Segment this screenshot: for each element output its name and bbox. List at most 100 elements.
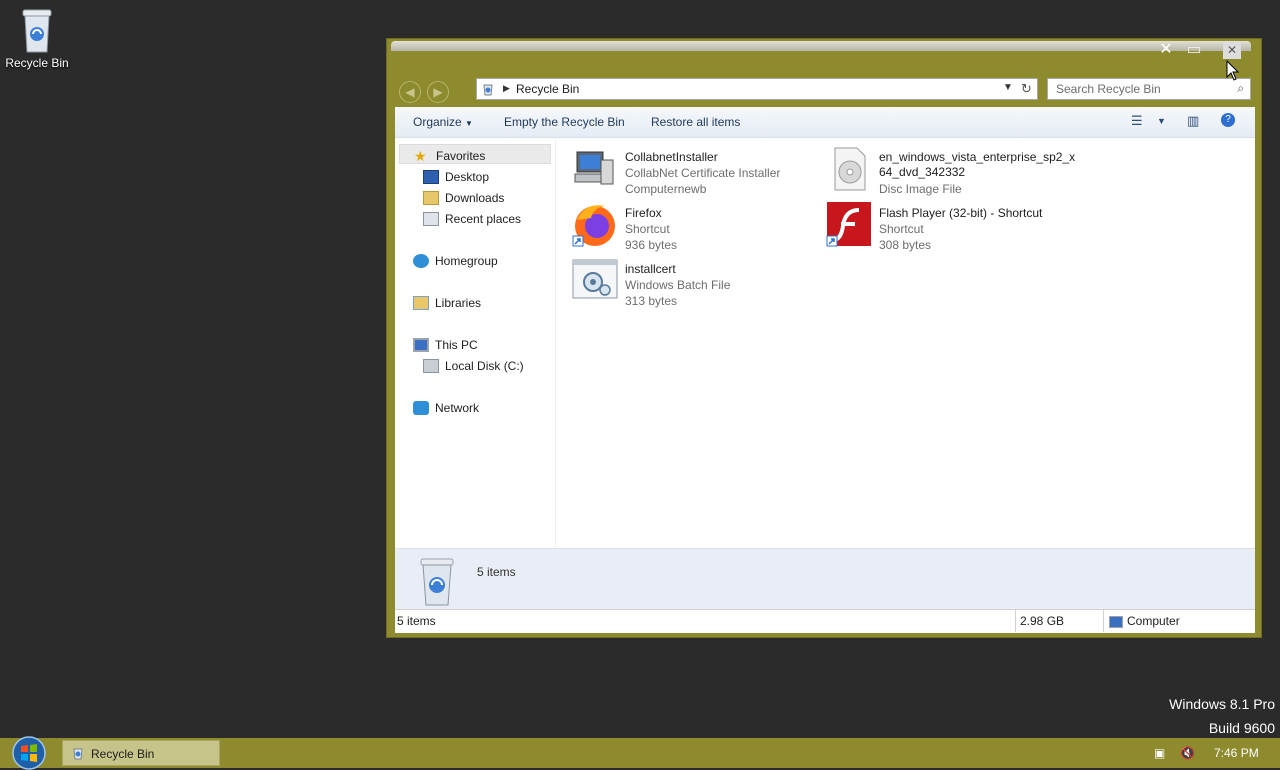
refresh-icon[interactable]: ↻ bbox=[1021, 81, 1032, 97]
address-bar[interactable]: ▶ Recycle Bin ▼ ↻ bbox=[476, 78, 1038, 100]
desktop-recycle-bin[interactable]: Recycle Bin bbox=[4, 6, 70, 70]
details-item-count: 5 items bbox=[477, 565, 516, 579]
nav-homegroup[interactable]: Homegroup bbox=[413, 250, 498, 270]
watermark-build: Build 9600 bbox=[1208, 720, 1275, 736]
file-company: Computernewb bbox=[625, 182, 707, 196]
taskbar-recycle-bin[interactable]: Recycle Bin bbox=[62, 740, 220, 766]
taskbar: Recycle Bin ▣ 🔇 7:46 PM bbox=[0, 736, 1280, 770]
nav-favorites[interactable]: ★ Favorites bbox=[399, 144, 551, 164]
maximize-button[interactable]: ▭ bbox=[1183, 41, 1205, 59]
network-tray-icon[interactable]: ▣ bbox=[1154, 746, 1165, 760]
file-type: Shortcut bbox=[879, 222, 924, 236]
nav-desktop[interactable]: Desktop bbox=[423, 166, 489, 186]
file-description: CollabNet Certificate Installer bbox=[625, 166, 781, 180]
nav-this-pc[interactable]: This PC bbox=[413, 334, 478, 354]
nav-local-disk-label: Local Disk (C:) bbox=[445, 358, 524, 373]
nav-local-disk[interactable]: Local Disk (C:) bbox=[423, 355, 524, 375]
recycle-bin-large-icon bbox=[420, 558, 454, 606]
file-item[interactable]: installcert Windows Batch File 313 bytes bbox=[571, 256, 821, 310]
taskbar-recycle-bin-label: Recycle Bin bbox=[91, 747, 155, 761]
organize-label: Organize bbox=[413, 115, 462, 129]
preview-pane-icon[interactable]: ▥ bbox=[1187, 113, 1199, 129]
computer-icon bbox=[413, 337, 429, 352]
explorer-window: ✕ ▭ ✕ ◀ ▶ ▶ Recycle Bin ▼ ↻ ⌕ Organize ▼… bbox=[386, 38, 1262, 638]
watermark-edition: Windows 8.1 Pro bbox=[1169, 696, 1275, 712]
file-type: Disc Image File bbox=[879, 182, 962, 196]
libraries-icon bbox=[413, 295, 429, 310]
file-name-line1: en_windows_vista_enterprise_sp2_x bbox=[879, 150, 1076, 164]
volume-muted-icon[interactable]: 🔇 bbox=[1180, 746, 1195, 760]
file-type: Windows Batch File bbox=[625, 278, 731, 292]
local-disk-icon bbox=[423, 358, 439, 373]
file-size: 308 bytes bbox=[879, 238, 932, 252]
nav-libraries-label: Libraries bbox=[435, 295, 482, 310]
file-item[interactable]: Firefox Shortcut 936 bytes bbox=[571, 200, 821, 254]
title-sheen bbox=[391, 41, 1251, 51]
address-dropdown-icon[interactable]: ▼ bbox=[1003, 82, 1013, 93]
file-name: Flash Player (32-bit) - Shortcut bbox=[879, 206, 1043, 220]
explorer-client: Organize ▼ Empty the Recycle Bin Restore… bbox=[395, 107, 1255, 633]
nav-downloads[interactable]: Downloads bbox=[423, 187, 504, 207]
back-button[interactable]: ◀ bbox=[399, 81, 421, 103]
organize-button[interactable]: Organize ▼ bbox=[413, 115, 473, 129]
mouse-cursor-icon bbox=[1226, 60, 1240, 81]
nav-libraries[interactable]: Libraries bbox=[413, 292, 481, 312]
nav-homegroup-label: Homegroup bbox=[435, 253, 498, 268]
star-icon: ★ bbox=[414, 147, 427, 164]
navigation-pane: ★ Favorites Desktop Downloads Recent plac… bbox=[395, 138, 556, 548]
nav-downloads-label: Downloads bbox=[445, 190, 505, 205]
breadcrumb-arrow-icon[interactable]: ▶ bbox=[503, 83, 510, 94]
nav-favorites-label: Favorites bbox=[436, 148, 486, 163]
empty-recycle-bin-button[interactable]: Empty the Recycle Bin bbox=[504, 115, 625, 129]
file-name: en_windows_vista_enterprise_sp2_x 64_dvd_… bbox=[879, 150, 1075, 180]
nav-network-label: Network bbox=[435, 400, 480, 415]
clock[interactable]: 7:46 PM bbox=[1214, 746, 1259, 760]
status-divider bbox=[1103, 610, 1104, 632]
nav-recent-places-label: Recent places bbox=[445, 211, 522, 226]
file-list: CollabnetInstaller CollabNet Certificate… bbox=[565, 138, 1255, 548]
details-pane: 5 items bbox=[395, 548, 1255, 609]
minimize-button[interactable]: ✕ bbox=[1155, 41, 1177, 59]
file-name: Firefox bbox=[625, 206, 662, 220]
navigation-bar: ◀ ▶ ▶ Recycle Bin ▼ ↻ ⌕ bbox=[387, 75, 1261, 105]
downloads-folder-icon bbox=[423, 190, 439, 205]
organize-chevron-icon: ▼ bbox=[465, 119, 473, 128]
recent-places-icon bbox=[423, 211, 439, 226]
forward-button[interactable]: ▶ bbox=[427, 81, 449, 103]
nav-recent-places[interactable]: Recent places bbox=[423, 208, 521, 228]
file-size: 313 bytes bbox=[625, 294, 678, 308]
recycle-bin-icon bbox=[22, 9, 52, 53]
status-size: 2.98 GB bbox=[1020, 614, 1065, 628]
title-bar[interactable]: ✕ ▭ ✕ bbox=[387, 39, 1261, 73]
status-location: Computer bbox=[1109, 614, 1180, 628]
change-view-icon[interactable]: ☰ bbox=[1131, 113, 1143, 129]
desktop-folder-icon bbox=[423, 169, 439, 184]
breadcrumb-recycle-bin[interactable]: Recycle Bin bbox=[516, 82, 579, 96]
status-bar: 5 items 2.98 GB Computer bbox=[395, 609, 1255, 632]
file-name: CollabnetInstaller bbox=[625, 150, 718, 164]
file-item[interactable]: Flash Player (32-bit) - Shortcut Shortcu… bbox=[825, 200, 1115, 254]
file-item[interactable]: en_windows_vista_enterprise_sp2_x 64_dvd_… bbox=[825, 144, 1115, 198]
file-item[interactable]: CollabnetInstaller CollabNet Certificate… bbox=[571, 144, 821, 198]
recycle-bin-small-icon bbox=[73, 748, 83, 760]
file-size: 936 bytes bbox=[625, 238, 678, 252]
search-input[interactable] bbox=[1048, 79, 1234, 99]
status-item-count: 5 items bbox=[397, 614, 436, 628]
file-name: installcert bbox=[625, 262, 676, 276]
network-icon bbox=[413, 400, 429, 415]
close-button[interactable]: ✕ bbox=[1223, 41, 1241, 59]
batch-file-icon bbox=[572, 259, 618, 299]
restore-all-button[interactable]: Restore all items bbox=[651, 115, 740, 129]
computer-small-icon bbox=[1109, 615, 1123, 628]
start-button-icon[interactable] bbox=[8, 734, 50, 770]
view-dropdown-icon[interactable]: ▼ bbox=[1157, 116, 1166, 126]
nav-network[interactable]: Network bbox=[413, 397, 479, 417]
flash-player-icon bbox=[826, 202, 871, 247]
help-icon[interactable]: ? bbox=[1221, 113, 1235, 127]
desktop-recycle-bin-label: Recycle Bin bbox=[5, 56, 69, 70]
nav-this-pc-label: This PC bbox=[435, 337, 478, 352]
recycle-bin-small-icon bbox=[483, 84, 493, 96]
search-box[interactable]: ⌕ bbox=[1047, 78, 1251, 100]
search-icon[interactable]: ⌕ bbox=[1237, 81, 1244, 96]
disc-image-icon bbox=[834, 147, 866, 191]
